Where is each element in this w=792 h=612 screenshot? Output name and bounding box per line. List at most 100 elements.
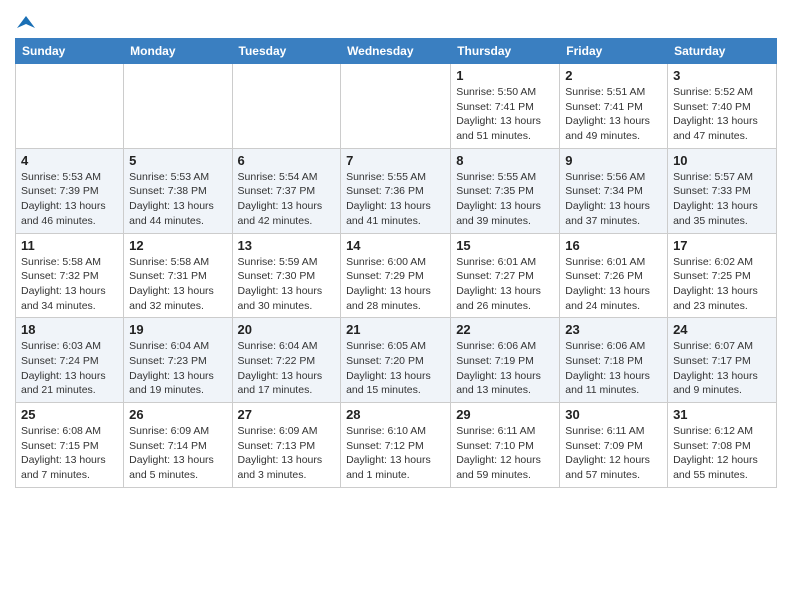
day-info: Sunrise: 6:09 AM Sunset: 7:14 PM Dayligh… [129,424,226,483]
calendar-cell: 1Sunrise: 5:50 AM Sunset: 7:41 PM Daylig… [451,64,560,149]
calendar-cell [16,64,124,149]
header-day-friday: Friday [560,39,668,64]
day-number: 21 [346,322,445,337]
day-number: 8 [456,153,554,168]
day-number: 14 [346,238,445,253]
day-info: Sunrise: 5:57 AM Sunset: 7:33 PM Dayligh… [673,170,771,229]
calendar-cell: 3Sunrise: 5:52 AM Sunset: 7:40 PM Daylig… [668,64,777,149]
day-info: Sunrise: 5:55 AM Sunset: 7:35 PM Dayligh… [456,170,554,229]
week-row-3: 11Sunrise: 5:58 AM Sunset: 7:32 PM Dayli… [16,233,777,318]
week-row-4: 18Sunrise: 6:03 AM Sunset: 7:24 PM Dayli… [16,318,777,403]
day-info: Sunrise: 6:05 AM Sunset: 7:20 PM Dayligh… [346,339,445,398]
header-day-wednesday: Wednesday [341,39,451,64]
day-info: Sunrise: 5:53 AM Sunset: 7:38 PM Dayligh… [129,170,226,229]
calendar-cell: 23 Sunrise: 6:06 AM Sunset: 7:18 PM Dayli… [560,318,668,403]
calendar-cell: 31 Sunrise: 6:12 AM Sunset: 7:08 PM Dayli… [668,403,777,488]
day-number: 9 [565,153,662,168]
day-info: Sunrise: 6:07 AM Sunset: 7:17 PM Dayligh… [673,339,771,398]
header-day-saturday: Saturday [668,39,777,64]
header-day-thursday: Thursday [451,39,560,64]
calendar-cell [124,64,232,149]
day-info: Sunrise: 6:08 AM Sunset: 7:15 PM Dayligh… [21,424,118,483]
header-row: SundayMondayTuesdayWednesdayThursdayFrid… [16,39,777,64]
calendar-cell: 24 Sunrise: 6:07 AM Sunset: 7:17 PM Dayli… [668,318,777,403]
day-number: 17 [673,238,771,253]
calendar-cell [341,64,451,149]
day-info: Sunrise: 5:59 AM Sunset: 7:30 PM Dayligh… [238,255,336,314]
header [15,10,777,32]
day-info: Sunrise: 5:53 AM Sunset: 7:39 PM Dayligh… [21,170,118,229]
header-day-tuesday: Tuesday [232,39,341,64]
calendar-cell: 17 Sunrise: 6:02 AM Sunset: 7:25 PM Dayli… [668,233,777,318]
day-number: 5 [129,153,226,168]
week-row-1: 1Sunrise: 5:50 AM Sunset: 7:41 PM Daylig… [16,64,777,149]
calendar-cell: 13 Sunrise: 5:59 AM Sunset: 7:30 PM Dayli… [232,233,341,318]
calendar-cell: 12 Sunrise: 5:58 AM Sunset: 7:31 PM Dayli… [124,233,232,318]
day-info: Sunrise: 6:06 AM Sunset: 7:19 PM Dayligh… [456,339,554,398]
day-number: 31 [673,407,771,422]
header-day-monday: Monday [124,39,232,64]
day-number: 7 [346,153,445,168]
calendar-cell: 8 Sunrise: 5:55 AM Sunset: 7:35 PM Daylig… [451,148,560,233]
day-info: Sunrise: 6:01 AM Sunset: 7:27 PM Dayligh… [456,255,554,314]
day-info: Sunrise: 6:12 AM Sunset: 7:08 PM Dayligh… [673,424,771,483]
day-info: Sunrise: 5:56 AM Sunset: 7:34 PM Dayligh… [565,170,662,229]
calendar-cell: 19Sunrise: 6:04 AM Sunset: 7:23 PM Dayli… [124,318,232,403]
day-number: 4 [21,153,118,168]
day-number: 24 [673,322,771,337]
day-info: Sunrise: 6:01 AM Sunset: 7:26 PM Dayligh… [565,255,662,314]
calendar-cell: 10 Sunrise: 5:57 AM Sunset: 7:33 PM Dayli… [668,148,777,233]
day-info: Sunrise: 6:09 AM Sunset: 7:13 PM Dayligh… [238,424,336,483]
day-info: Sunrise: 6:00 AM Sunset: 7:29 PM Dayligh… [346,255,445,314]
day-number: 22 [456,322,554,337]
day-number: 19 [129,322,226,337]
day-number: 1 [456,68,554,83]
calendar-cell: 6 Sunrise: 5:54 AM Sunset: 7:37 PM Daylig… [232,148,341,233]
calendar-cell: 7 Sunrise: 5:55 AM Sunset: 7:36 PM Daylig… [341,148,451,233]
calendar-table: SundayMondayTuesdayWednesdayThursdayFrid… [15,38,777,488]
calendar-cell: 16Sunrise: 6:01 AM Sunset: 7:26 PM Dayli… [560,233,668,318]
calendar-cell: 18Sunrise: 6:03 AM Sunset: 7:24 PM Dayli… [16,318,124,403]
week-row-5: 25 Sunrise: 6:08 AM Sunset: 7:15 PM Dayli… [16,403,777,488]
calendar-cell: 4 Sunrise: 5:53 AM Sunset: 7:39 PM Daylig… [16,148,124,233]
day-number: 13 [238,238,336,253]
day-number: 10 [673,153,771,168]
day-number: 25 [21,407,118,422]
calendar-cell: 9 Sunrise: 5:56 AM Sunset: 7:34 PM Daylig… [560,148,668,233]
day-info: Sunrise: 6:02 AM Sunset: 7:25 PM Dayligh… [673,255,771,314]
day-info: Sunrise: 5:58 AM Sunset: 7:31 PM Dayligh… [129,255,226,314]
calendar-cell: 30Sunrise: 6:11 AM Sunset: 7:09 PM Dayli… [560,403,668,488]
day-info: Sunrise: 6:10 AM Sunset: 7:12 PM Dayligh… [346,424,445,483]
calendar-cell: 11Sunrise: 5:58 AM Sunset: 7:32 PM Dayli… [16,233,124,318]
calendar-cell: 2 Sunrise: 5:51 AM Sunset: 7:41 PM Daylig… [560,64,668,149]
day-number: 12 [129,238,226,253]
day-info: Sunrise: 5:51 AM Sunset: 7:41 PM Dayligh… [565,85,662,144]
day-number: 26 [129,407,226,422]
calendar-cell [232,64,341,149]
day-number: 6 [238,153,336,168]
day-number: 15 [456,238,554,253]
day-number: 30 [565,407,662,422]
calendar-cell: 28Sunrise: 6:10 AM Sunset: 7:12 PM Dayli… [341,403,451,488]
day-number: 23 [565,322,662,337]
day-number: 2 [565,68,662,83]
logo-bird-icon [17,14,35,32]
calendar-cell: 29Sunrise: 6:11 AM Sunset: 7:10 PM Dayli… [451,403,560,488]
day-number: 29 [456,407,554,422]
day-info: Sunrise: 5:58 AM Sunset: 7:32 PM Dayligh… [21,255,118,314]
calendar-cell: 27 Sunrise: 6:09 AM Sunset: 7:13 PM Dayli… [232,403,341,488]
calendar-cell: 15 Sunrise: 6:01 AM Sunset: 7:27 PM Dayli… [451,233,560,318]
calendar-cell: 22 Sunrise: 6:06 AM Sunset: 7:19 PM Dayli… [451,318,560,403]
day-info: Sunrise: 5:54 AM Sunset: 7:37 PM Dayligh… [238,170,336,229]
header-day-sunday: Sunday [16,39,124,64]
day-info: Sunrise: 6:03 AM Sunset: 7:24 PM Dayligh… [21,339,118,398]
calendar-cell: 20Sunrise: 6:04 AM Sunset: 7:22 PM Dayli… [232,318,341,403]
week-row-2: 4 Sunrise: 5:53 AM Sunset: 7:39 PM Daylig… [16,148,777,233]
calendar-cell: 14 Sunrise: 6:00 AM Sunset: 7:29 PM Dayli… [341,233,451,318]
calendar-cell: 25 Sunrise: 6:08 AM Sunset: 7:15 PM Dayli… [16,403,124,488]
day-number: 27 [238,407,336,422]
day-info: Sunrise: 5:52 AM Sunset: 7:40 PM Dayligh… [673,85,771,144]
day-number: 20 [238,322,336,337]
day-info: Sunrise: 5:55 AM Sunset: 7:36 PM Dayligh… [346,170,445,229]
day-info: Sunrise: 6:06 AM Sunset: 7:18 PM Dayligh… [565,339,662,398]
